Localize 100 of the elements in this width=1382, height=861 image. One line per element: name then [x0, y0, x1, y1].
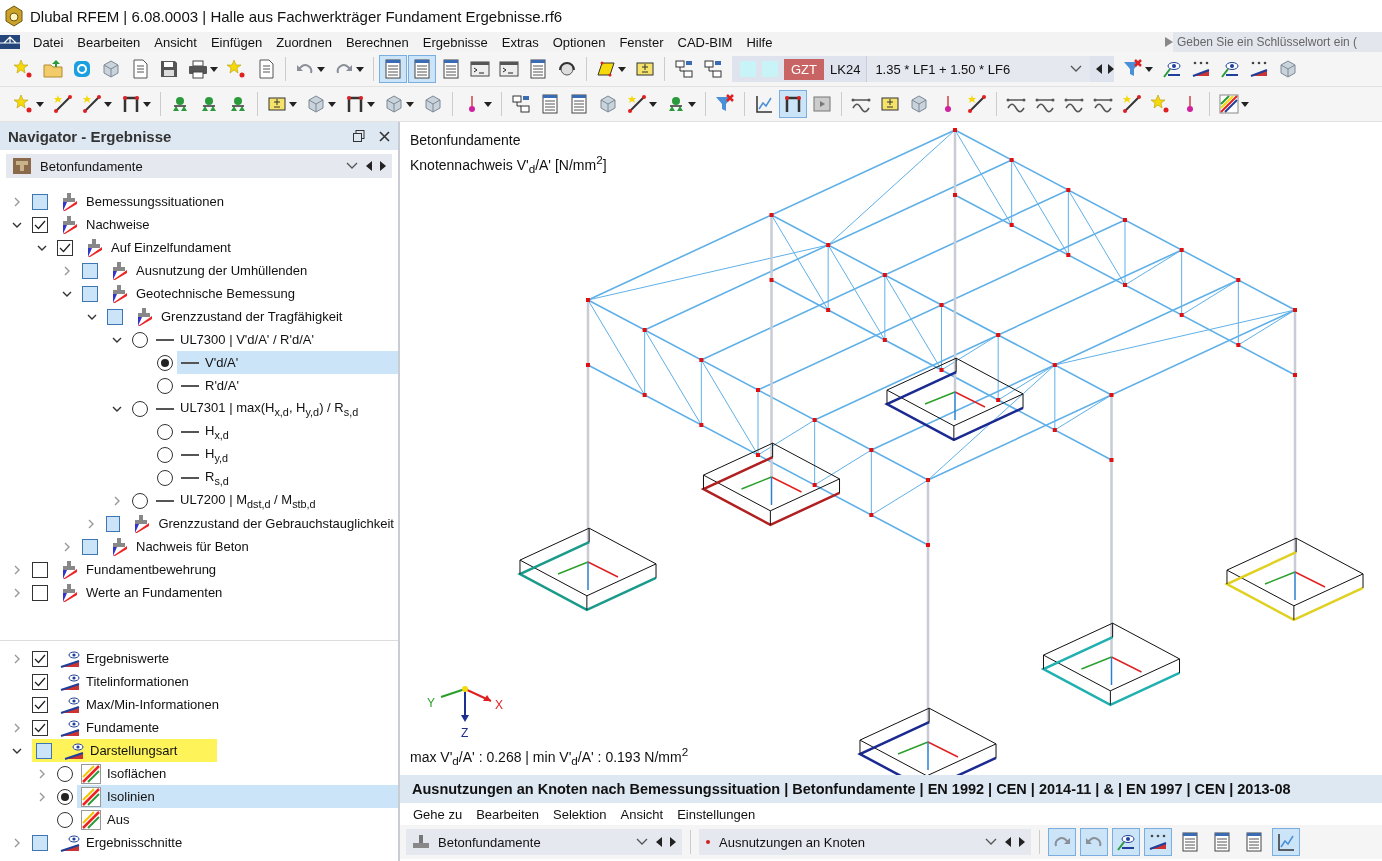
- radio-button[interactable]: [157, 423, 173, 440]
- tree-item[interactable]: Bemessungssituationen: [56, 190, 398, 213]
- tree-item[interactable]: Max/Min-Informationen: [56, 693, 398, 716]
- chevron-right-icon[interactable]: [112, 495, 122, 506]
- menu-item[interactable]: Einstellungen: [670, 806, 763, 822]
- tree-item[interactable]: Fundamentbewehrung: [56, 558, 398, 581]
- table-group-dropdown[interactable]: Betonfundamente: [406, 829, 682, 855]
- tree-item[interactable]: Nachweis für Beton: [106, 535, 398, 558]
- tree-item[interactable]: Ausnutzung der Umhüllenden: [106, 259, 398, 282]
- tree-item[interactable]: Titelinformationen: [56, 670, 398, 693]
- load-combination-dropdown[interactable]: 1.35 * LF1 + 1.50 * LF6: [866, 56, 1091, 82]
- menu-item[interactable]: Ansicht: [147, 34, 204, 50]
- tree-item[interactable]: Fundamente: [56, 716, 398, 739]
- tree-item[interactable]: R'd/A': [177, 374, 398, 397]
- chevron-right-icon[interactable]: [12, 653, 22, 664]
- tree-item[interactable]: Aus: [77, 808, 398, 831]
- next-icon[interactable]: [1019, 837, 1025, 847]
- tree-item[interactable]: UL7301 | max(H$_{x,d}$, H$_{y,d}$) / R$_{s,d}$: [152, 397, 398, 420]
- chevron-right-icon[interactable]: [12, 196, 22, 207]
- menu-item[interactable]: Fenster: [612, 34, 671, 50]
- checkbox[interactable]: [36, 742, 52, 759]
- table-dropdown[interactable]: Ausnutzungen an Knoten: [699, 829, 1031, 855]
- checkbox[interactable]: [32, 673, 48, 690]
- tree-item[interactable]: H$_{y,d}$: [177, 443, 398, 466]
- tree-item[interactable]: R$_{s,d}$: [177, 466, 398, 489]
- tree-item[interactable]: Ergebniswerte: [56, 647, 398, 670]
- result-type-dropdown[interactable]: Betonfundamente: [6, 154, 392, 178]
- radio-button[interactable]: [132, 400, 148, 417]
- radio-button[interactable]: [157, 354, 173, 371]
- radio-button[interactable]: [157, 469, 173, 486]
- menu-item[interactable]: Optionen: [545, 34, 613, 50]
- menu-item[interactable]: Datei: [26, 34, 71, 50]
- checkbox[interactable]: [82, 538, 98, 555]
- tree-item[interactable]: Isolinien: [77, 785, 398, 808]
- toolbar-button[interactable]: [779, 90, 807, 118]
- menu-item[interactable]: Extras: [494, 34, 546, 50]
- tree-item[interactable]: UL7200 | M$_{dst,d}$ / M$_{stb,d}$: [152, 489, 398, 512]
- toolbar-button[interactable]: [379, 55, 407, 83]
- radio-button[interactable]: [57, 811, 73, 828]
- menu-item[interactable]: Berechnen: [338, 34, 416, 50]
- checkbox[interactable]: [32, 834, 48, 851]
- radio-button[interactable]: [157, 446, 173, 463]
- checkbox[interactable]: [32, 650, 48, 667]
- chevron-right-icon[interactable]: [62, 541, 72, 552]
- next-icon[interactable]: [380, 161, 386, 171]
- checkbox[interactable]: [82, 262, 98, 279]
- chevron-down-icon[interactable]: [1070, 65, 1083, 73]
- radio-button[interactable]: [157, 377, 173, 394]
- chevron-right-icon[interactable]: [12, 587, 22, 598]
- checkbox[interactable]: [32, 561, 48, 578]
- menu-item[interactable]: CAD-BIM: [670, 34, 740, 50]
- next-icon[interactable]: [670, 837, 676, 847]
- tree-item[interactable]: Auf Einzelfundament: [81, 236, 398, 259]
- checkbox[interactable]: [107, 308, 123, 325]
- search-field[interactable]: Geben Sie ein Schlüsselwort ein (: [1173, 32, 1382, 52]
- checkbox[interactable]: [105, 515, 121, 532]
- tree-item[interactable]: Werte an Fundamenten: [56, 581, 398, 604]
- menu-item[interactable]: Selektion: [546, 806, 614, 822]
- menu-item[interactable]: Einfügen: [203, 34, 270, 50]
- tree-item[interactable]: Isoflächen: [77, 762, 398, 785]
- close-icon[interactable]: [379, 130, 390, 142]
- tree-item[interactable]: UL7300 | V'd/A' / R'd/A': [152, 328, 398, 351]
- chevron-right-icon[interactable]: [37, 768, 47, 779]
- checkbox[interactable]: [82, 285, 98, 302]
- toolbar-button[interactable]: [1112, 828, 1140, 856]
- checkbox[interactable]: [57, 239, 73, 256]
- toolbar-button[interactable]: [1144, 828, 1172, 856]
- previous-icon[interactable]: [1096, 64, 1103, 74]
- checkbox[interactable]: [32, 696, 48, 713]
- tree-item[interactable]: V'd/A': [177, 351, 398, 374]
- chevron-down-icon[interactable]: [346, 162, 358, 170]
- checkbox[interactable]: [32, 216, 48, 233]
- radio-button[interactable]: [132, 331, 148, 348]
- tree-item[interactable]: Grenzzustand der Tragfähigkeit: [131, 305, 398, 328]
- previous-icon[interactable]: [366, 161, 372, 171]
- radio-button[interactable]: [57, 765, 73, 782]
- toolbar-button[interactable]: [1272, 828, 1300, 856]
- chevron-right-icon[interactable]: [12, 564, 22, 575]
- menu-item[interactable]: Zuordnen: [269, 34, 339, 50]
- expand-arrow-icon[interactable]: [1165, 37, 1173, 47]
- menu-item[interactable]: Ansicht: [613, 806, 671, 822]
- toolbar-button[interactable]: [408, 55, 436, 83]
- chevron-right-icon[interactable]: [12, 837, 22, 848]
- tree-item[interactable]: Ergebnisschnitte: [56, 831, 398, 854]
- checkbox[interactable]: [32, 719, 48, 736]
- next-icon[interactable]: [1108, 64, 1115, 74]
- previous-icon[interactable]: [656, 837, 662, 847]
- menu-item[interactable]: Ergebnisse: [415, 34, 495, 50]
- menu-item[interactable]: Bearbeiten: [70, 34, 148, 50]
- chevron-right-icon[interactable]: [62, 265, 72, 276]
- menu-item[interactable]: Gehe zu: [406, 806, 470, 822]
- radio-button[interactable]: [132, 492, 148, 509]
- checkbox[interactable]: [32, 193, 48, 210]
- chevron-down-icon[interactable]: [636, 838, 648, 846]
- restore-window-icon[interactable]: [353, 130, 365, 142]
- chevron-right-icon[interactable]: [12, 722, 22, 733]
- checkbox[interactable]: [32, 584, 48, 601]
- tree-item[interactable]: Grenzzustand der Gebrauchstauglichkeit: [128, 512, 398, 535]
- chevron-down-icon[interactable]: [985, 838, 997, 846]
- radio-button[interactable]: [57, 788, 73, 805]
